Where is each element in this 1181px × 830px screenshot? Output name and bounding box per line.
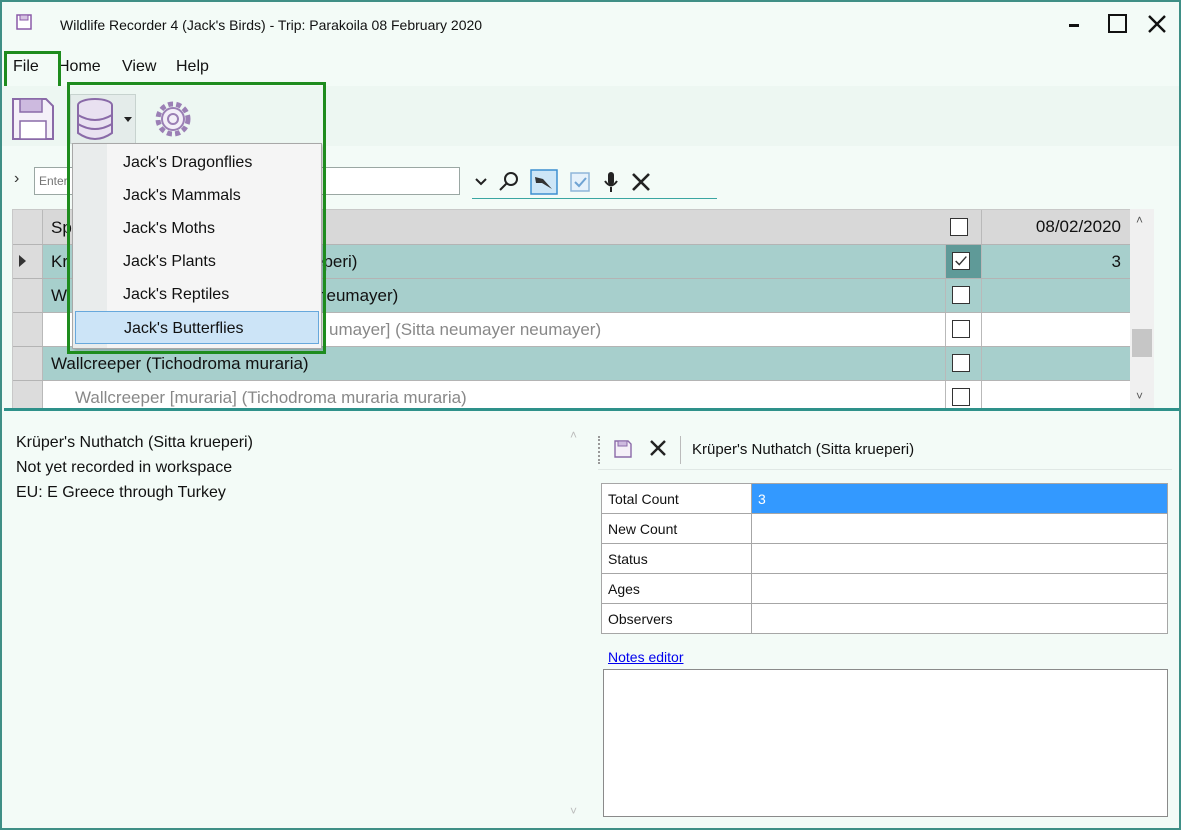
maximize-icon[interactable] — [1106, 12, 1130, 36]
database-item-dragonflies[interactable]: Jack's Dragonflies — [73, 146, 321, 179]
record-properties-table: Total Count 3 New Count Status Ages Obser… — [601, 483, 1168, 634]
menu-bar: File Home View Help — [2, 52, 1179, 82]
checkbox-filter-icon[interactable] — [568, 170, 592, 194]
close-icon[interactable] — [1145, 12, 1169, 36]
info-species-name: Krüper's Nuthatch (Sitta krueperi) — [16, 434, 253, 451]
property-key: New Count — [601, 513, 752, 544]
count-cell[interactable] — [981, 279, 1135, 312]
observers-field[interactable] — [751, 603, 1168, 634]
menu-view[interactable]: View — [122, 58, 156, 76]
row-header-column — [13, 210, 43, 244]
property-key: Total Count — [601, 483, 752, 514]
database-menu: Jack's Dragonflies Jack's Mammals Jack's… — [72, 143, 322, 349]
database-icon — [77, 98, 132, 140]
database-item-reptiles[interactable]: Jack's Reptiles — [73, 278, 321, 311]
settings-gear-icon[interactable] — [148, 96, 198, 142]
status-field[interactable] — [751, 543, 1168, 574]
table-row[interactable]: Wallcreeper [muraria] (Tichodroma murari… — [13, 380, 1137, 410]
database-dropdown-button[interactable] — [70, 94, 136, 144]
microphone-icon[interactable] — [602, 170, 620, 194]
count-cell[interactable] — [981, 347, 1135, 380]
species-info-panel: Krüper's Nuthatch (Sitta krueperi) Not y… — [16, 430, 253, 505]
row-header[interactable] — [13, 347, 43, 380]
property-row[interactable]: Observers — [601, 603, 1168, 634]
scrollbar-thumb[interactable] — [1132, 329, 1152, 357]
notes-textbox[interactable] — [603, 669, 1168, 817]
subspecies-name: Wallcreeper [muraria] (Tichodroma murari… — [75, 388, 467, 407]
new-count-field[interactable] — [751, 513, 1168, 544]
header-species[interactable]: Sp — [51, 218, 72, 238]
recorded-cell[interactable] — [945, 313, 981, 346]
database-item-mammals[interactable]: Jack's Mammals — [73, 179, 321, 212]
app-window: Wildlife Recorder 4 (Jack's Birds) - Tri… — [0, 0, 1181, 830]
toolbar-grip[interactable] — [598, 436, 600, 464]
property-key: Status — [601, 543, 752, 574]
property-row[interactable]: New Count — [601, 513, 1168, 544]
species-name: Wallcreeper (Tichodroma muraria) — [51, 354, 309, 373]
checkbox[interactable] — [952, 320, 970, 338]
property-row[interactable]: Total Count 3 — [601, 483, 1168, 514]
menu-home[interactable]: Home — [58, 58, 101, 76]
save-icon[interactable] — [614, 440, 632, 458]
row-header[interactable] — [13, 245, 43, 278]
window-title: Wildlife Recorder 4 (Jack's Birds) - Tri… — [60, 17, 483, 33]
header-date[interactable]: 08/02/2020 — [981, 210, 1135, 244]
save-icon[interactable] — [10, 96, 56, 142]
count-cell[interactable] — [981, 313, 1135, 346]
close-icon[interactable] — [648, 438, 668, 458]
total-count-field[interactable]: 3 — [751, 483, 1168, 514]
file-menu-highlight-frame — [4, 51, 61, 89]
property-key: Observers — [601, 603, 752, 634]
app-icon — [16, 14, 32, 30]
current-row-arrow-icon — [19, 255, 26, 267]
database-item-plants[interactable]: Jack's Plants — [73, 245, 321, 278]
checkbox[interactable] — [952, 354, 970, 372]
scroll-down-icon[interactable]: ˅ — [570, 804, 577, 818]
recorded-cell[interactable] — [945, 347, 981, 380]
toolbar-separator — [680, 436, 681, 464]
clear-icon[interactable] — [630, 171, 652, 193]
row-header[interactable] — [13, 279, 43, 312]
header-checkbox[interactable] — [950, 218, 968, 236]
checkbox[interactable] — [952, 388, 970, 406]
info-scrollbar[interactable]: ˄ ˅ — [564, 422, 586, 827]
property-row[interactable]: Ages — [601, 573, 1168, 604]
property-row[interactable]: Status — [601, 543, 1168, 574]
pane-splitter[interactable] — [4, 408, 1179, 411]
title-bar: Wildlife Recorder 4 (Jack's Birds) - Tri… — [2, 2, 1179, 50]
checkbox[interactable] — [952, 286, 970, 304]
search-icon[interactable] — [498, 171, 520, 193]
recorded-cell[interactable] — [945, 245, 981, 278]
bird-filter-icon[interactable] — [530, 169, 558, 195]
detail-title: Krüper's Nuthatch (Sitta krueperi) — [692, 441, 915, 458]
chevron-down-icon[interactable] — [474, 175, 488, 189]
table-row[interactable]: Wallcreeper (Tichodroma muraria) — [13, 346, 1137, 380]
recorded-cell[interactable] — [945, 279, 981, 312]
notes-editor-link[interactable]: Notes editor — [608, 649, 683, 665]
count-cell[interactable] — [981, 381, 1135, 410]
row-header[interactable] — [13, 313, 43, 346]
detail-toolbar: Krüper's Nuthatch (Sitta krueperi) — [598, 430, 1172, 470]
count-cell[interactable]: 3 — [981, 245, 1135, 278]
scroll-down-icon[interactable]: ˅ — [1136, 389, 1143, 403]
database-item-moths[interactable]: Jack's Moths — [73, 212, 321, 245]
search-tools-underline — [472, 198, 717, 199]
minimize-icon[interactable] — [1064, 12, 1088, 36]
info-record-status: Not yet recorded in workspace — [16, 459, 233, 476]
recorded-cell[interactable] — [945, 381, 981, 410]
checked-checkbox[interactable] — [952, 252, 970, 270]
ages-field[interactable] — [751, 573, 1168, 604]
property-key: Ages — [601, 573, 752, 604]
search-tools — [474, 168, 652, 196]
database-item-butterflies[interactable]: Jack's Butterflies — [75, 311, 319, 344]
row-header[interactable] — [13, 381, 43, 410]
scroll-up-icon[interactable]: ˄ — [1136, 213, 1143, 227]
grid-scrollbar[interactable]: ˄ ˅ — [1130, 209, 1154, 411]
expand-chevron-icon[interactable]: › — [14, 170, 19, 188]
info-range: EU: E Greece through Turkey — [16, 484, 226, 501]
menu-help[interactable]: Help — [176, 58, 209, 76]
scroll-up-icon[interactable]: ˄ — [570, 428, 577, 442]
